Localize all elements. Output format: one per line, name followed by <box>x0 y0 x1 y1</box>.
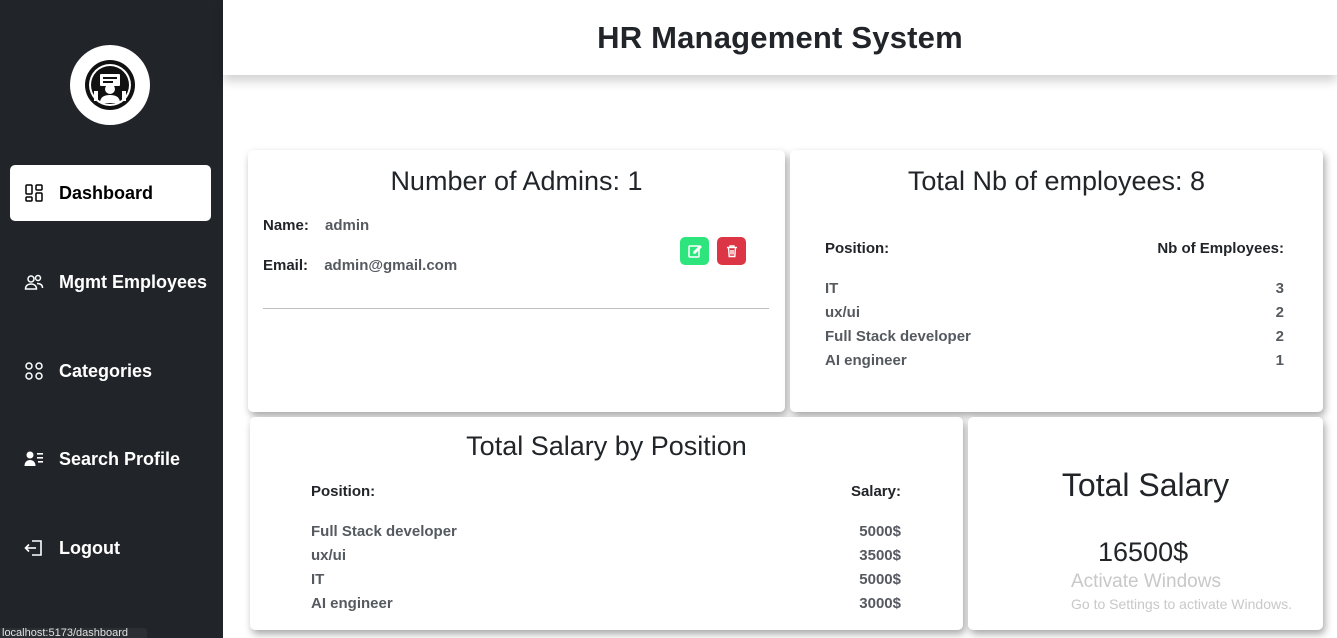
total-salary-value: 16500$ <box>1098 537 1189 567</box>
sidebar-item-categories[interactable]: Categories <box>10 343 211 399</box>
circles-icon <box>24 361 44 381</box>
row-count: 2 <box>1275 328 1284 345</box>
watermark-line2: Go to Settings to activate Windows. <box>1071 596 1292 612</box>
admin-email-label: Email: <box>263 257 309 274</box>
column-header-salary: Salary: <box>850 483 901 500</box>
grid-icon <box>24 183 44 203</box>
employees-table: Position: Nb of Employees: IT 3 ux/ui 2 … <box>825 240 1284 370</box>
admin-name-label: Name: <box>263 217 309 234</box>
row-position: IT <box>825 280 839 297</box>
row-salary: 5000$ <box>859 571 901 588</box>
salaries-table: Position: Salary: Full Stack developer 5… <box>311 483 901 613</box>
admin-email-value: admin@gmail.com <box>324 257 458 274</box>
row-count: 2 <box>1275 304 1284 321</box>
edit-icon <box>687 244 702 258</box>
sidebar-item-label: Mgmt Employees <box>59 271 208 292</box>
column-header-position: Position: <box>311 483 376 500</box>
page-header: HR Management System <box>223 0 1337 75</box>
admin-name-value: admin <box>325 217 370 234</box>
delete-admin-button[interactable] <box>717 237 746 265</box>
sidebar-item-label: Categories <box>59 360 153 381</box>
person-lines-icon <box>24 449 44 469</box>
row-salary: 5000$ <box>859 523 901 540</box>
admins-title: Number of Admins: 1 <box>390 166 643 196</box>
admins-card: Number of Admins: 1 Name: admin Email: a… <box>248 150 785 412</box>
salaries-title: Total Salary by Position <box>466 431 747 461</box>
sidebar-item-mgmt-employees[interactable]: Mgmt Employees <box>10 254 211 310</box>
row-position: Full Stack developer <box>825 328 971 345</box>
sidebar-item-dashboard[interactable]: Dashboard <box>10 165 211 221</box>
row-count: 3 <box>1275 280 1284 297</box>
sidebar-item-label: Dashboard <box>59 182 154 203</box>
salary-by-position-card: Total Salary by Position Position: Salar… <box>250 417 963 630</box>
row-position: IT <box>311 571 325 588</box>
sidebar: Dashboard Mgmt Employees Categories Sear… <box>0 0 223 638</box>
page-title: HR Management System <box>597 19 963 55</box>
people-icon <box>24 272 44 292</box>
sidebar-item-search-profile[interactable]: Search Profile <box>10 431 211 487</box>
total-salary-title: Total Salary <box>1061 467 1230 503</box>
row-position: ux/ui <box>825 304 861 321</box>
row-salary: 3000$ <box>859 595 901 612</box>
admins-divider <box>263 308 769 309</box>
hr-logo-icon <box>85 60 135 110</box>
watermark-line1: Activate Windows <box>1071 571 1221 592</box>
sidebar-item-logout[interactable]: Logout <box>10 520 211 576</box>
row-salary: 3500$ <box>859 547 901 564</box>
employees-card: Total Nb of employees: 8 Position: Nb of… <box>790 150 1323 412</box>
admin-name-row: Name: admin <box>263 217 369 234</box>
browser-status-url: localhost:5173/dashboard <box>0 628 147 638</box>
edit-admin-button[interactable] <box>680 237 709 265</box>
column-header-position: Position: <box>825 240 890 257</box>
admin-email-row: Email: admin@gmail.com <box>263 257 457 274</box>
row-position: AI engineer <box>825 352 907 369</box>
row-position: AI engineer <box>311 595 393 612</box>
activate-windows-watermark: Activate Windows Go to Settings to activ… <box>1071 571 1292 612</box>
row-count: 1 <box>1275 352 1284 369</box>
logout-icon <box>24 538 44 558</box>
sidebar-item-label: Logout <box>59 537 120 558</box>
employees-title: Total Nb of employees: 8 <box>907 166 1206 196</box>
company-logo <box>70 45 150 125</box>
column-header-count: Nb of Employees: <box>1157 240 1284 257</box>
trash-icon <box>726 245 737 258</box>
sidebar-item-label: Search Profile <box>59 448 181 469</box>
row-position: ux/ui <box>311 547 347 564</box>
row-position: Full Stack developer <box>311 523 457 540</box>
